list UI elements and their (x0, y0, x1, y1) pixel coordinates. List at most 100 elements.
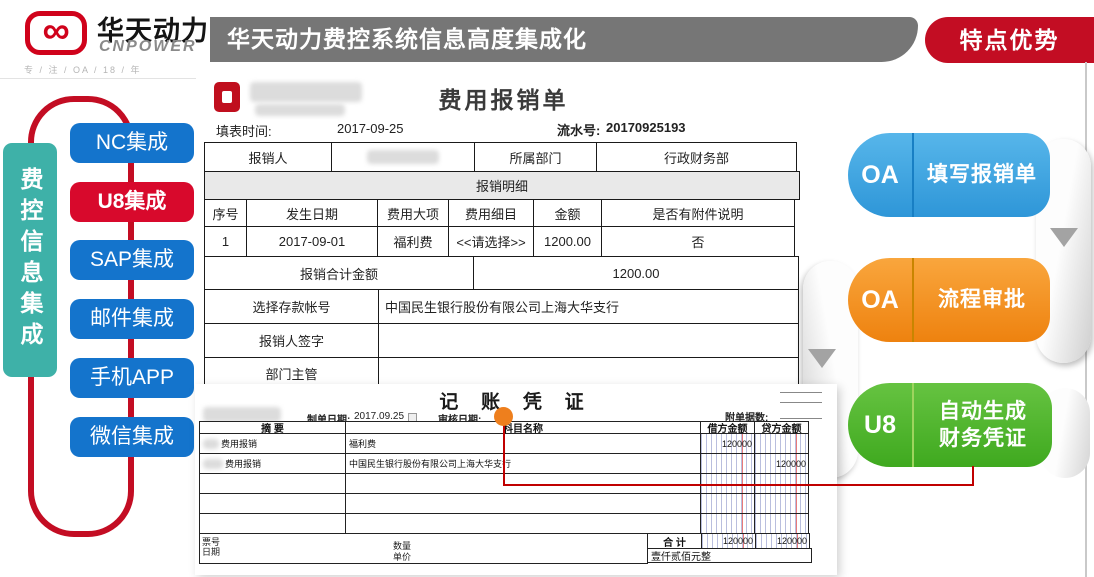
subject-cell: 福利费 (345, 433, 701, 454)
date-label: 日期 (202, 545, 220, 558)
sidebar-vertical-title: 费控信息集成 (3, 143, 57, 377)
credit-cell (754, 493, 809, 514)
sidebar-item-wechat[interactable]: 微信集成 (70, 417, 194, 457)
flow-step-tag: U8 (848, 411, 912, 440)
account-label-cell: 选择存款帐号 (204, 289, 379, 324)
flow-step-label: 流程审批 (938, 288, 1026, 311)
blank-line (780, 392, 822, 393)
divider (0, 78, 196, 79)
sidebar-item-mobile-app[interactable]: 手机APP (70, 358, 194, 398)
voucher-footer: 票号 日期 数量 单价 合 计 120000 120000 壹仟贰佰元整 (200, 534, 813, 564)
reporter-label-cell: 报销人 (204, 142, 332, 172)
cell-amount: 1200.00 (533, 226, 602, 257)
redacted-text (203, 459, 223, 469)
account-value-cell: 中国民生银行股份有限公司上海大华支行 (378, 289, 799, 324)
total-value-cell: 1200.00 (473, 256, 799, 290)
sidebar-item-u8[interactable]: U8集成 (70, 182, 194, 222)
expense-form-table: 报销人 所属部门 行政财务部 报销明细 序号 发生日期 费用大项 费用细目 金额… (205, 143, 800, 390)
debit-cell: 120000 (700, 433, 755, 454)
blank-line (780, 402, 822, 403)
cell-index: 1 (204, 226, 247, 257)
amount-in-words-cell: 壹仟贰佰元整 (647, 548, 812, 563)
voucher-row (200, 514, 813, 534)
table-row: 报销明细 (205, 172, 800, 200)
expense-form-title: 费用报销单 (205, 81, 802, 115)
subject-cell (345, 493, 701, 514)
voucher-row: 费用报销 福利费 120000 (200, 434, 813, 454)
detail-section-header: 报销明细 (204, 171, 800, 200)
debit-cell (700, 513, 755, 534)
brand-tagline: 专 / 注 / OA / 18 / 年 (24, 63, 142, 76)
flow-step-label: 填写报销单 (927, 163, 1037, 186)
sidebar-item-sap[interactable]: SAP集成 (70, 240, 194, 280)
cnpower-logo-icon: ∞ (25, 11, 87, 55)
summary-cell: 费用报销 (199, 433, 346, 454)
cell-category: 福利费 (377, 226, 449, 257)
fill-time-value: 2017-09-25 (337, 121, 404, 136)
summary-cell (199, 473, 346, 494)
connector-line-vertical (972, 466, 974, 486)
flow-step-tag: OA (848, 286, 912, 315)
flow-arrow-down-icon (1050, 228, 1078, 247)
serial-number-value: 20170925193 (606, 120, 686, 135)
redacted-voucher-stamp (203, 407, 281, 422)
credit-cell: 120000 (754, 453, 809, 474)
sidebar-vertical-label: 费控信息集成 (13, 167, 47, 353)
audit-highlight-dot-icon (494, 407, 513, 426)
col-header-subitem: 费用细目 (448, 199, 534, 227)
table-row: 报销人签字 (205, 324, 800, 358)
flow-step-tag: OA (848, 161, 912, 190)
signature-value-cell (378, 323, 799, 358)
summary-cell (199, 513, 346, 534)
debit-cell (700, 453, 755, 474)
cell-subitem-select[interactable]: <<请选择>> (448, 226, 534, 257)
flow-arrow-down-icon (808, 349, 836, 368)
col-header-attachment: 是否有附件说明 (601, 199, 795, 227)
infinity-glyph: ∞ (42, 16, 69, 46)
reporter-value-cell (331, 142, 475, 172)
credit-cell (754, 433, 809, 454)
voucher-row: 费用报销 中国民生银行股份有限公司上海大华支行 120000 (200, 454, 813, 474)
feature-badge: 特点优势 (925, 17, 1094, 63)
flow-step-label-line1: 自动生成 (939, 400, 1027, 423)
total-label-cell: 合 计 (647, 533, 702, 549)
sidebar-item-mail[interactable]: 邮件集成 (70, 299, 194, 339)
table-row: 报销人 所属部门 行政财务部 (205, 143, 800, 172)
flow-step-fill-form: OA 填写报销单 (848, 133, 1050, 217)
brand-subtitle: CNPOWER (99, 38, 197, 56)
redacted-reporter-name (367, 150, 439, 164)
voucher-row (200, 494, 813, 514)
total-debit-cell: 120000 (701, 533, 756, 549)
department-label-cell: 所属部门 (474, 142, 597, 172)
redacted-text (203, 439, 219, 449)
attach-count-blank (780, 418, 822, 419)
credit-cell (754, 513, 809, 534)
debit-cell (700, 493, 755, 514)
serial-number-label: 流水号: (557, 120, 600, 139)
price-label: 单价 (393, 550, 411, 563)
table-header-row: 序号 发生日期 费用大项 费用细目 金额 是否有附件说明 (205, 200, 800, 227)
table-row: 报销合计金额 1200.00 (205, 257, 800, 290)
page-title-banner: 华天动力费控系统信息高度集成化 (210, 17, 918, 62)
subject-cell (345, 513, 701, 534)
col-header-index: 序号 (204, 199, 247, 227)
col-header-category: 费用大项 (377, 199, 449, 227)
col-header-amount: 金额 (533, 199, 602, 227)
signature-label-cell: 报销人签字 (204, 323, 379, 358)
summary-cell: 费用报销 (199, 453, 346, 474)
department-value-cell: 行政财务部 (596, 142, 797, 172)
connector-line-vertical (503, 424, 505, 485)
cell-attachment: 否 (601, 226, 795, 257)
table-data-row: 1 2017-09-01 福利费 <<请选择>> 1200.00 否 (205, 227, 800, 257)
flow-step-approval: OA 流程审批 (848, 258, 1050, 342)
sidebar-item-nc[interactable]: NC集成 (70, 123, 194, 163)
accounting-voucher: 记 账 凭 证 制单日期: 2017.09.25 审核日期: 附单据数: 摘 要… (195, 384, 837, 575)
ticket-info-cell: 票号 日期 数量 单价 (199, 533, 648, 564)
total-credit-cell: 120000 (755, 533, 810, 549)
flow-step-label-line2: 财务凭证 (939, 427, 1027, 450)
connector-line-horizontal (503, 484, 974, 486)
table-row: 选择存款帐号 中国民生银行股份有限公司上海大华支行 (205, 290, 800, 324)
voucher-table: 摘 要 科目名称 借方金额 贷方金额 费用报销 福利费 120000 费用报销 … (200, 422, 813, 564)
subject-cell: 中国民生银行股份有限公司上海大华支行 (345, 453, 701, 474)
cell-date: 2017-09-01 (246, 226, 378, 257)
